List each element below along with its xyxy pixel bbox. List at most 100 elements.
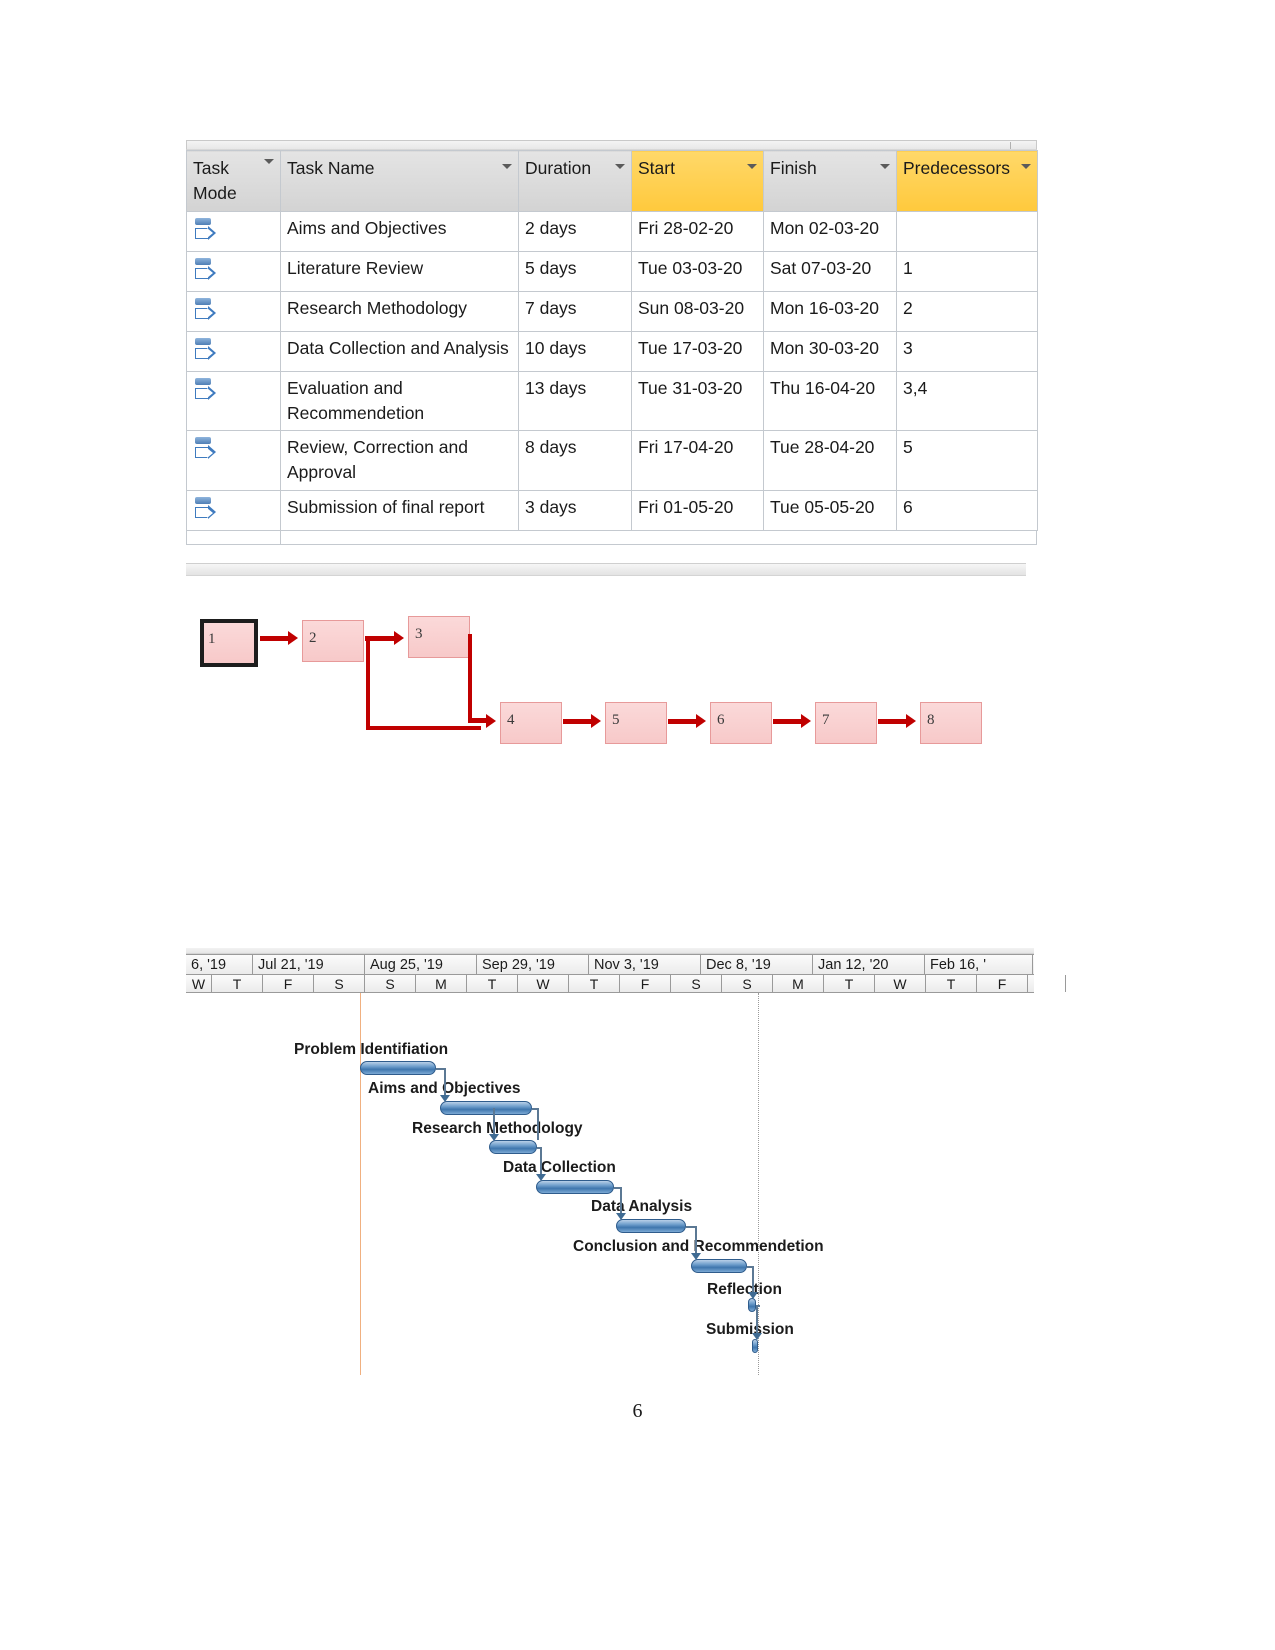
network-diagram[interactable]: 1 2 3 4 5 6 7 8 [186, 563, 1026, 895]
column-header-duration[interactable]: Duration [518, 150, 632, 212]
task-mode-cell[interactable] [186, 290, 281, 332]
network-node-7[interactable]: 7 [815, 702, 877, 744]
task-mode-cell[interactable] [186, 370, 281, 432]
filter-arrow-icon[interactable] [264, 159, 274, 164]
table-row[interactable]: Aims and Objectives 2 days Fri 28-02-20 Mon… [186, 210, 1038, 252]
column-header-task-mode[interactable]: Task Mode [186, 150, 281, 212]
task-name-cell[interactable]: Research Methodology [280, 290, 519, 332]
gantt-task-bar[interactable] [616, 1219, 686, 1233]
task-predecessors-cell[interactable]: 1 [896, 250, 1038, 292]
network-node-8[interactable]: 8 [920, 702, 982, 744]
task-finish-cell[interactable]: Sat 07-03-20 [763, 250, 897, 292]
task-name-cell[interactable]: Review, Correction and Approval [280, 430, 519, 492]
gantt-dependency-arrow-icon [440, 1095, 450, 1102]
column-header-finish[interactable]: Finish [763, 150, 897, 212]
task-name-cell[interactable]: Aims and Objectives [280, 210, 519, 252]
task-name-cell[interactable]: Data Collection and Analysis [280, 330, 519, 372]
network-node-4[interactable]: 4 [500, 702, 562, 744]
gantt-task-label: Reflection [707, 1281, 782, 1298]
task-duration-cell[interactable]: 10 days [518, 330, 632, 372]
table-row[interactable]: Literature Review 5 days Tue 03-03-20 Sat 0… [186, 250, 1038, 292]
task-mode-cell[interactable] [186, 210, 281, 252]
task-finish-cell[interactable]: Mon 30-03-20 [763, 330, 897, 372]
network-node-1-label: 1 [208, 631, 216, 647]
filter-arrow-icon[interactable] [747, 164, 757, 169]
gantt-task-bar[interactable] [748, 1298, 756, 1312]
task-predecessors-cell[interactable]: 3,4 [896, 370, 1038, 432]
task-finish-cell[interactable]: Thu 16-04-20 [763, 370, 897, 432]
task-start-cell[interactable]: Tue 03-03-20 [631, 250, 764, 292]
task-duration-cell[interactable]: 13 days [518, 370, 632, 432]
task-start-cell[interactable]: Fri 01-05-20 [631, 490, 764, 532]
project-task-grid[interactable]: Task Mode Task Name Duration Start Finis… [186, 140, 1038, 546]
gantt-task-bar[interactable] [691, 1259, 747, 1273]
gantt-timeline-months: 6, '19 Jul 21, '19 Aug 25, '19 Sep 29, '19 N… [186, 954, 1034, 975]
task-duration-cell[interactable]: 3 days [518, 490, 632, 532]
table-row[interactable]: Submission of final report 3 days Fri 01-0… [186, 490, 1038, 532]
task-finish-cell[interactable]: Mon 16-03-20 [763, 290, 897, 332]
gantt-task-label: Submission [706, 1321, 794, 1338]
task-finish-cell[interactable]: Tue 28-04-20 [763, 430, 897, 492]
gantt-bars-area[interactable]: Problem Identifiation Aims and Objectives… [186, 993, 1034, 1375]
auto-schedule-icon [193, 296, 216, 326]
task-mode-cell[interactable] [186, 430, 281, 492]
column-header-start[interactable]: Start [631, 150, 764, 212]
gantt-task-bar[interactable] [536, 1180, 614, 1194]
task-duration-cell[interactable]: 8 days [518, 430, 632, 492]
network-node-5[interactable]: 5 [605, 702, 667, 744]
gantt-task-bar[interactable] [440, 1101, 532, 1115]
grid-bottom-strip [186, 531, 1037, 546]
table-row[interactable]: Research Methodology 7 days Sun 08-03-20 Mo… [186, 290, 1038, 332]
network-node-2[interactable]: 2 [302, 620, 364, 662]
task-name-cell[interactable]: Submission of final report [280, 490, 519, 532]
gantt-task-bar[interactable] [752, 1339, 758, 1353]
gantt-chart[interactable]: 6, '19 Jul 21, '19 Aug 25, '19 Sep 29, '19 N… [186, 898, 1066, 1375]
task-duration-cell[interactable]: 7 days [518, 290, 632, 332]
filter-arrow-icon[interactable] [880, 164, 890, 169]
task-predecessors-cell[interactable]: 3 [896, 330, 1038, 372]
network-diagram-toolbar-strip [186, 563, 1026, 576]
filter-arrow-icon[interactable] [615, 164, 625, 169]
network-node-3-label: 3 [415, 626, 423, 642]
task-mode-cell[interactable] [186, 250, 281, 292]
column-header-task-name-label: Task Name [287, 158, 375, 178]
gantt-month-cell: Jul 21, '19 [253, 955, 365, 974]
gantt-day-cell: F [263, 975, 314, 992]
grid-scroll-strip[interactable] [186, 140, 1037, 150]
task-predecessors-cell[interactable]: 5 [896, 430, 1038, 492]
network-node-3[interactable]: 3 [408, 616, 470, 658]
network-node-1[interactable]: 1 [200, 619, 258, 667]
task-duration-cell[interactable]: 2 days [518, 210, 632, 252]
task-name-cell[interactable]: Literature Review [280, 250, 519, 292]
table-row[interactable]: Evaluation and Recommendetion 13 days Tue … [186, 370, 1038, 432]
column-header-predecessors[interactable]: Predecessors [896, 150, 1038, 212]
gantt-task-bar[interactable] [360, 1061, 436, 1075]
filter-arrow-icon[interactable] [1021, 164, 1031, 169]
filter-arrow-icon[interactable] [502, 164, 512, 169]
task-name-cell[interactable]: Evaluation and Recommendetion [280, 370, 519, 432]
task-finish-cell[interactable]: Tue 05-05-20 [763, 490, 897, 532]
column-header-finish-label: Finish [770, 158, 817, 178]
task-start-cell[interactable]: Fri 28-02-20 [631, 210, 764, 252]
table-row[interactable]: Data Collection and Analysis 10 days Tue 1… [186, 330, 1038, 372]
gantt-day-cell: M [416, 975, 467, 992]
auto-schedule-icon [193, 256, 216, 286]
task-start-cell[interactable]: Sun 08-03-20 [631, 290, 764, 332]
gantt-task-bar[interactable] [489, 1140, 537, 1154]
task-finish-cell[interactable]: Mon 02-03-20 [763, 210, 897, 252]
column-header-task-name[interactable]: Task Name [280, 150, 519, 212]
network-diagram-canvas[interactable]: 1 2 3 4 5 6 7 8 [186, 576, 1026, 894]
gantt-dependency-link [493, 1108, 495, 1135]
task-mode-cell[interactable] [186, 330, 281, 372]
table-row[interactable]: Review, Correction and Approval 8 days Fri… [186, 430, 1038, 492]
task-predecessors-cell[interactable]: 6 [896, 490, 1038, 532]
task-predecessors-cell[interactable]: 2 [896, 290, 1038, 332]
task-start-cell[interactable]: Fri 17-04-20 [631, 430, 764, 492]
network-node-6[interactable]: 6 [710, 702, 772, 744]
task-predecessors-cell[interactable] [896, 210, 1038, 252]
task-duration-cell[interactable]: 5 days [518, 250, 632, 292]
task-start-cell[interactable]: Tue 17-03-20 [631, 330, 764, 372]
task-start-cell[interactable]: Tue 31-03-20 [631, 370, 764, 432]
gantt-day-cell [1028, 975, 1066, 992]
task-mode-cell[interactable] [186, 490, 281, 532]
